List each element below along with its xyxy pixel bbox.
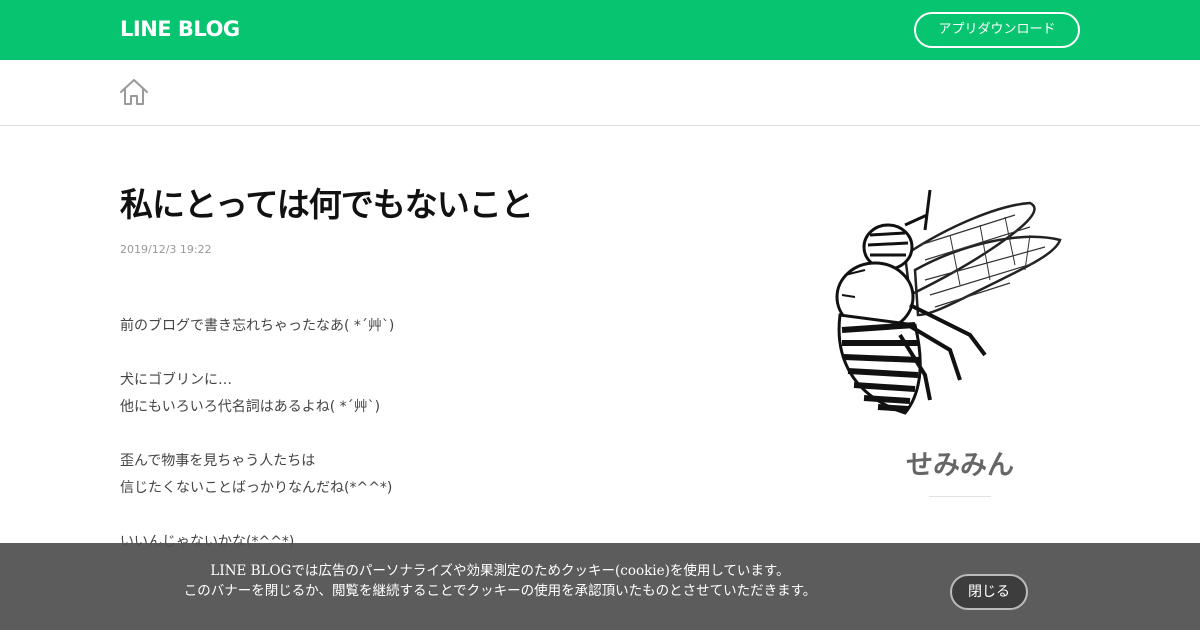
article-date: 2019/12/3 19:22 bbox=[120, 243, 212, 256]
author-name[interactable]: せみみん bbox=[860, 446, 1060, 486]
body-line bbox=[120, 340, 720, 367]
cookie-notice-line: このバナーを閉じるか、閲覧を継続することでクッキーの使用を承認頂いたものとさせて… bbox=[183, 582, 817, 599]
body-line bbox=[120, 502, 720, 529]
body-line: 歪んで物事を見ちゃう人たちは bbox=[120, 453, 316, 469]
body-line: 前のブログで書き忘れちゃったなあ( *´艸`) bbox=[120, 318, 395, 334]
body-line: 犬にゴブリンに… bbox=[120, 372, 232, 388]
sub-navigation bbox=[0, 60, 1200, 126]
author-divider bbox=[929, 496, 991, 497]
cookie-close-button[interactable]: 閉じる bbox=[950, 574, 1028, 610]
body-line bbox=[120, 421, 720, 448]
cookie-notice-line: LINE BLOGでは広告のパーソナライズや効果測定のためクッキー(cookie… bbox=[210, 563, 790, 579]
top-header: LINE BLOG アプリダウンロード bbox=[0, 0, 1200, 60]
body-line: 他にもいろいろ代名詞はあるよね( *´艸`) bbox=[120, 399, 381, 415]
article-title: 私にとっては何でもないこと bbox=[120, 185, 534, 224]
bee-avatar-icon[interactable] bbox=[830, 185, 1070, 420]
cookie-banner: LINE BLOGでは広告のパーソナライズや効果測定のためクッキー(cookie… bbox=[0, 543, 1200, 630]
home-icon[interactable] bbox=[119, 78, 149, 106]
body-line: 信じたくないことばっかりなんだね(*^^*) bbox=[120, 480, 393, 496]
app-download-button[interactable]: アプリダウンロード bbox=[914, 12, 1080, 48]
cookie-notice-text: LINE BLOGでは広告のパーソナライズや効果測定のためクッキー(cookie… bbox=[150, 562, 850, 601]
line-blog-logo[interactable]: LINE BLOG bbox=[120, 14, 240, 44]
article-body: 前のブログで書き忘れちゃったなあ( *´艸`) 犬にゴブリンに… 他にもいろいろ… bbox=[120, 313, 720, 556]
